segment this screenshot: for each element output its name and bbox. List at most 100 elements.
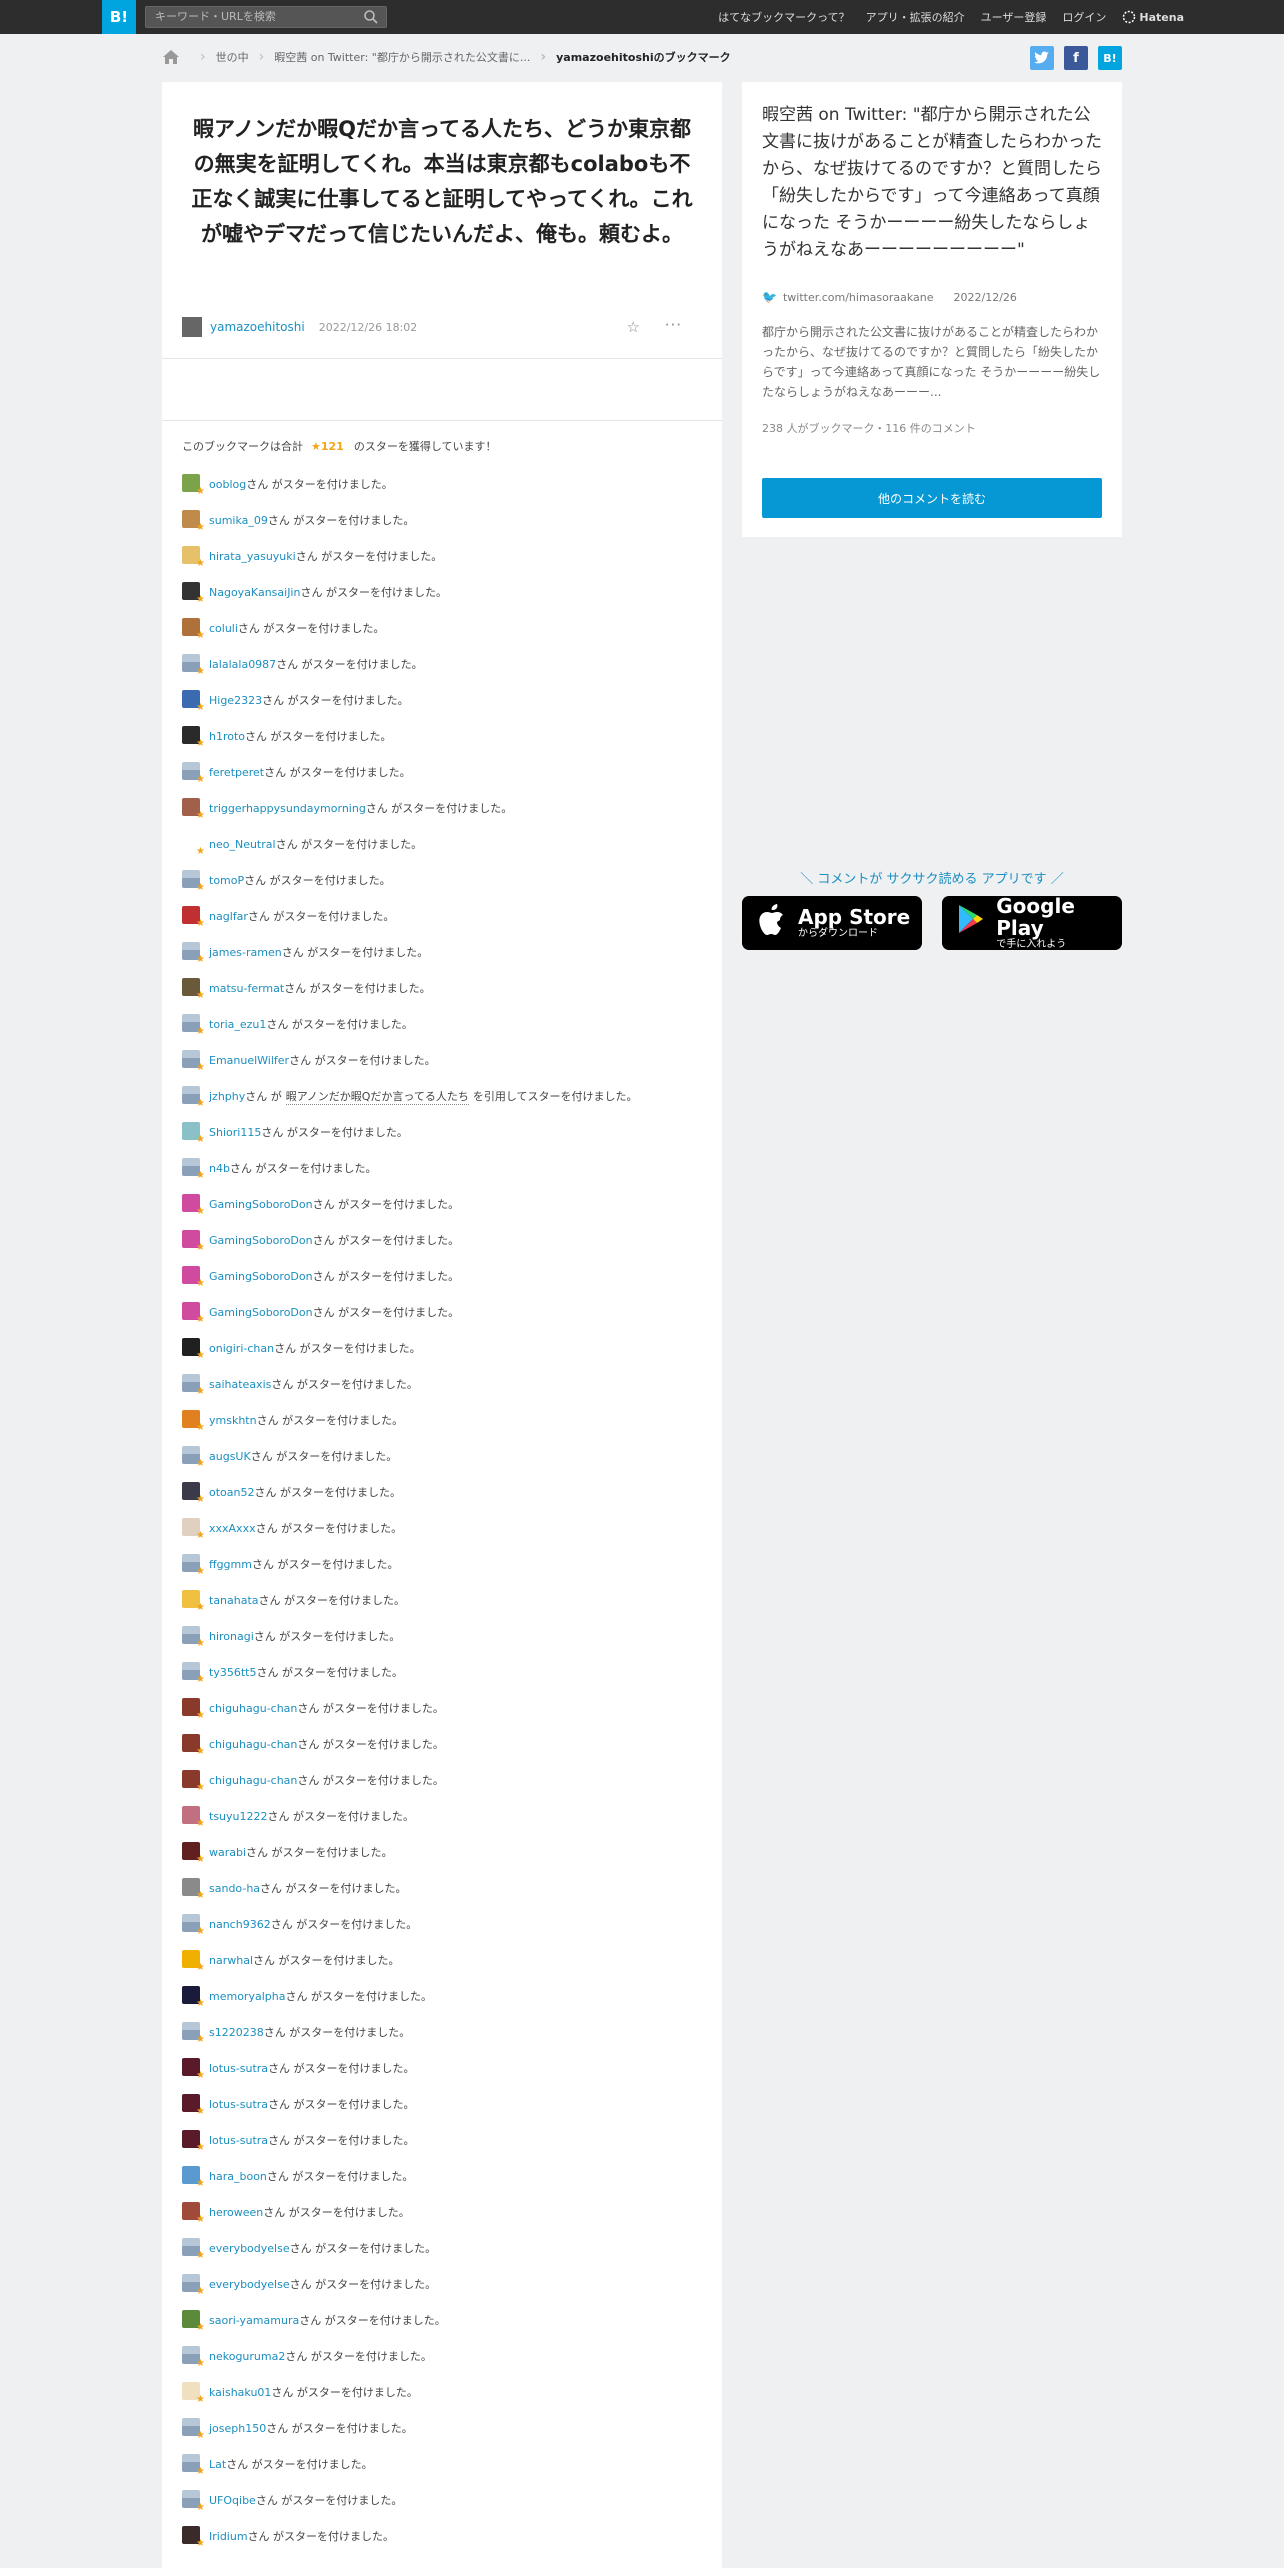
search-input[interactable]: キーワード・URLを検索 (145, 6, 387, 28)
star-user-avatar[interactable]: ★ (182, 798, 205, 821)
star-user-avatar[interactable]: ★ (182, 1266, 205, 1289)
star-user-link[interactable]: EmanuelWilfer (209, 1054, 289, 1067)
star-user-link[interactable]: Iridium (209, 2530, 248, 2543)
star-user-link[interactable]: ooblog (209, 478, 246, 491)
star-user-avatar[interactable]: ★ (182, 2238, 205, 2261)
star-user-avatar[interactable]: ★ (182, 546, 205, 569)
star-user-avatar[interactable]: ★ (182, 1302, 205, 1325)
bookmark-user-link[interactable]: yamazoehitoshi (210, 320, 305, 334)
star-user-avatar[interactable]: ★ (182, 1482, 205, 1505)
star-user-avatar[interactable]: ★ (182, 2058, 205, 2081)
breadcrumb-item-category[interactable]: › 世の中 (190, 49, 249, 65)
star-user-link[interactable]: chiguhagu-chan (209, 1702, 297, 1715)
star-user-link[interactable]: jzhphy (209, 1090, 245, 1103)
star-user-link[interactable]: h1roto (209, 730, 245, 743)
more-options-icon[interactable]: ··· (665, 316, 682, 334)
star-user-avatar[interactable]: ★ (182, 762, 205, 785)
star-user-avatar[interactable]: ★ (182, 2166, 205, 2189)
star-user-link[interactable]: hara_boon (209, 2170, 267, 2183)
twitter-share-icon[interactable] (1030, 46, 1054, 70)
star-user-link[interactable]: xxxAxxx (209, 1522, 256, 1535)
nav-about[interactable]: はてなブックマークって？ (718, 9, 849, 25)
star-user-link[interactable]: sumika_09 (209, 514, 268, 527)
hatena-logo[interactable]: Hatena (1122, 10, 1184, 24)
star-user-link[interactable]: GamingSoboroDon (209, 1270, 313, 1283)
star-user-avatar[interactable]: ★ (182, 1806, 205, 1829)
star-user-avatar[interactable]: ★ (182, 1842, 205, 1865)
entry-source-domain[interactable]: twitter.com/himasoraakane (783, 291, 934, 304)
star-user-avatar[interactable]: ★ (182, 726, 205, 749)
star-user-avatar[interactable]: ★ (182, 2310, 205, 2333)
star-user-avatar[interactable]: ★ (182, 1158, 205, 1181)
star-user-avatar[interactable]: ★ (182, 1518, 205, 1541)
star-user-link[interactable]: narwhal (209, 1954, 253, 1967)
star-user-link[interactable]: nanch9362 (209, 1918, 271, 1931)
star-user-avatar[interactable]: ★ (182, 474, 205, 497)
star-user-avatar[interactable]: ★ (182, 1014, 205, 1037)
star-user-avatar[interactable]: ★ (182, 1986, 205, 2009)
star-user-link[interactable]: GamingSoboroDon (209, 1198, 313, 1211)
star-user-avatar[interactable]: ★ (182, 1410, 205, 1433)
star-user-avatar[interactable]: ★ (182, 1626, 205, 1649)
star-user-avatar[interactable]: ★ (182, 906, 205, 929)
star-user-avatar[interactable]: ★ (182, 1950, 205, 1973)
star-user-link[interactable]: neo_Neutral (209, 838, 276, 851)
star-user-avatar[interactable]: ★ (182, 1662, 205, 1685)
star-user-avatar[interactable]: ★ (182, 1446, 205, 1469)
star-user-link[interactable]: tsuyu1222 (209, 1810, 268, 1823)
star-user-avatar[interactable]: ★ (182, 2022, 205, 2045)
star-user-link[interactable]: lalalala0987 (209, 658, 276, 671)
star-user-link[interactable]: GamingSoboroDon (209, 1234, 313, 1247)
star-user-avatar[interactable]: ★ (182, 1086, 205, 1109)
star-user-link[interactable]: augsUK (209, 1450, 251, 1463)
star-user-link[interactable]: Hige2323 (209, 694, 262, 707)
star-user-link[interactable]: Lat (209, 2458, 226, 2471)
star-user-avatar[interactable]: ★ (182, 2418, 205, 2441)
star-user-avatar[interactable]: ★ (182, 1770, 205, 1793)
star-user-link[interactable]: s1220238 (209, 2026, 264, 2039)
star-user-avatar[interactable]: ★ (182, 1230, 205, 1253)
nav-login[interactable]: ログイン (1062, 9, 1106, 25)
nav-register[interactable]: ユーザー登録 (981, 9, 1047, 25)
star-user-avatar[interactable]: ★ (182, 1374, 205, 1397)
star-user-avatar[interactable]: ★ (182, 582, 205, 605)
star-user-link[interactable]: Shiori115 (209, 1126, 261, 1139)
star-user-avatar[interactable]: ★ (182, 690, 205, 713)
star-user-avatar[interactable]: ★ (182, 1122, 205, 1145)
star-user-avatar[interactable]: ★ (182, 1590, 205, 1613)
star-user-avatar[interactable]: ★ (182, 1698, 205, 1721)
star-user-link[interactable]: ymskhtn (209, 1414, 257, 1427)
star-user-link[interactable]: lotus-sutra (209, 2062, 268, 2075)
star-user-link[interactable]: lotus-sutra (209, 2098, 268, 2111)
avatar[interactable] (182, 317, 202, 337)
star-user-link[interactable]: naglfar (209, 910, 248, 923)
star-user-avatar[interactable]: ★ (182, 2382, 205, 2405)
star-user-link[interactable]: tomoP (209, 874, 244, 887)
star-user-link[interactable]: memoryalpha (209, 1990, 285, 2003)
star-user-avatar[interactable]: ★ (182, 2490, 205, 2513)
star-user-avatar[interactable]: ★ (182, 510, 205, 533)
star-user-avatar[interactable]: ★ (182, 1194, 205, 1217)
hatena-bookmark-share-icon[interactable]: B! (1098, 46, 1122, 70)
read-other-comments-button[interactable]: 他のコメントを読む (762, 478, 1102, 518)
star-user-link[interactable]: otoan52 (209, 1486, 254, 1499)
star-user-link[interactable]: kaishaku01 (209, 2386, 271, 2399)
star-user-link[interactable]: hirata_yasuyuki (209, 550, 296, 563)
star-user-link[interactable]: hironagi (209, 1630, 254, 1643)
star-user-avatar[interactable]: ★ (182, 1734, 205, 1757)
star-user-avatar[interactable]: ★ (182, 2202, 205, 2225)
star-user-avatar[interactable]: ★ (182, 2274, 205, 2297)
star-user-link[interactable]: sando-ha (209, 1882, 260, 1895)
star-user-link[interactable]: coluli (209, 622, 238, 635)
star-user-avatar[interactable]: ★ (182, 870, 205, 893)
hatena-bookmark-logo[interactable]: B! (102, 0, 136, 34)
star-user-link[interactable]: joseph150 (209, 2422, 266, 2435)
star-user-avatar[interactable]: ★ (182, 618, 205, 641)
star-user-avatar[interactable]: ★ (182, 1338, 205, 1361)
star-user-link[interactable]: saihateaxis (209, 1378, 271, 1391)
star-user-avatar[interactable]: ★ (182, 654, 205, 677)
star-user-avatar[interactable]: ★ (182, 2454, 205, 2477)
star-user-link[interactable]: onigiri-chan (209, 1342, 274, 1355)
search-icon[interactable] (363, 9, 379, 25)
star-user-link[interactable]: nekoguruma2 (209, 2350, 285, 2363)
